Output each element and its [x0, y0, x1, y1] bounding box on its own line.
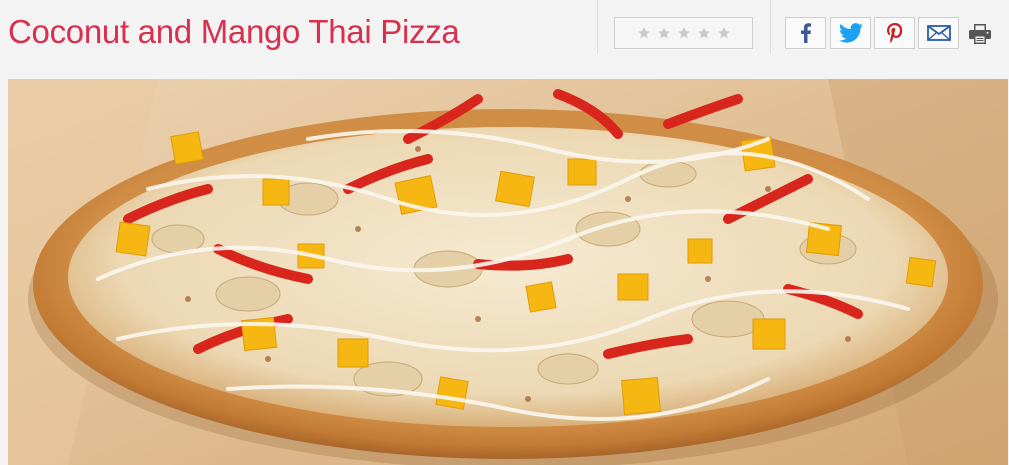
email-icon — [926, 25, 951, 41]
twitter-share-button[interactable] — [830, 17, 871, 49]
star-icon[interactable] — [717, 26, 731, 40]
star-icon[interactable] — [657, 26, 671, 40]
print-icon — [969, 24, 991, 44]
star-icon[interactable] — [697, 26, 711, 40]
print-button[interactable] — [966, 22, 994, 46]
email-share-button[interactable] — [918, 17, 959, 49]
pinterest-share-button[interactable] — [874, 17, 915, 49]
star-icon[interactable] — [637, 26, 651, 40]
pinterest-icon — [886, 23, 902, 43]
pizza-illustration — [8, 79, 1008, 465]
recipe-title: Coconut and Mango Thai Pizza — [8, 13, 460, 50]
twitter-icon — [838, 23, 863, 43]
pizza-photo — [8, 79, 1008, 465]
star-icon[interactable] — [677, 26, 691, 40]
header-divider — [597, 0, 598, 54]
facebook-share-button[interactable] — [785, 17, 826, 49]
recipe-page: Coconut and Mango Thai Pizza — [0, 0, 1009, 465]
recipe-header: Coconut and Mango Thai Pizza — [0, 0, 1009, 68]
header-divider — [770, 0, 771, 54]
star-rating[interactable] — [614, 17, 753, 49]
facebook-icon — [800, 23, 811, 43]
